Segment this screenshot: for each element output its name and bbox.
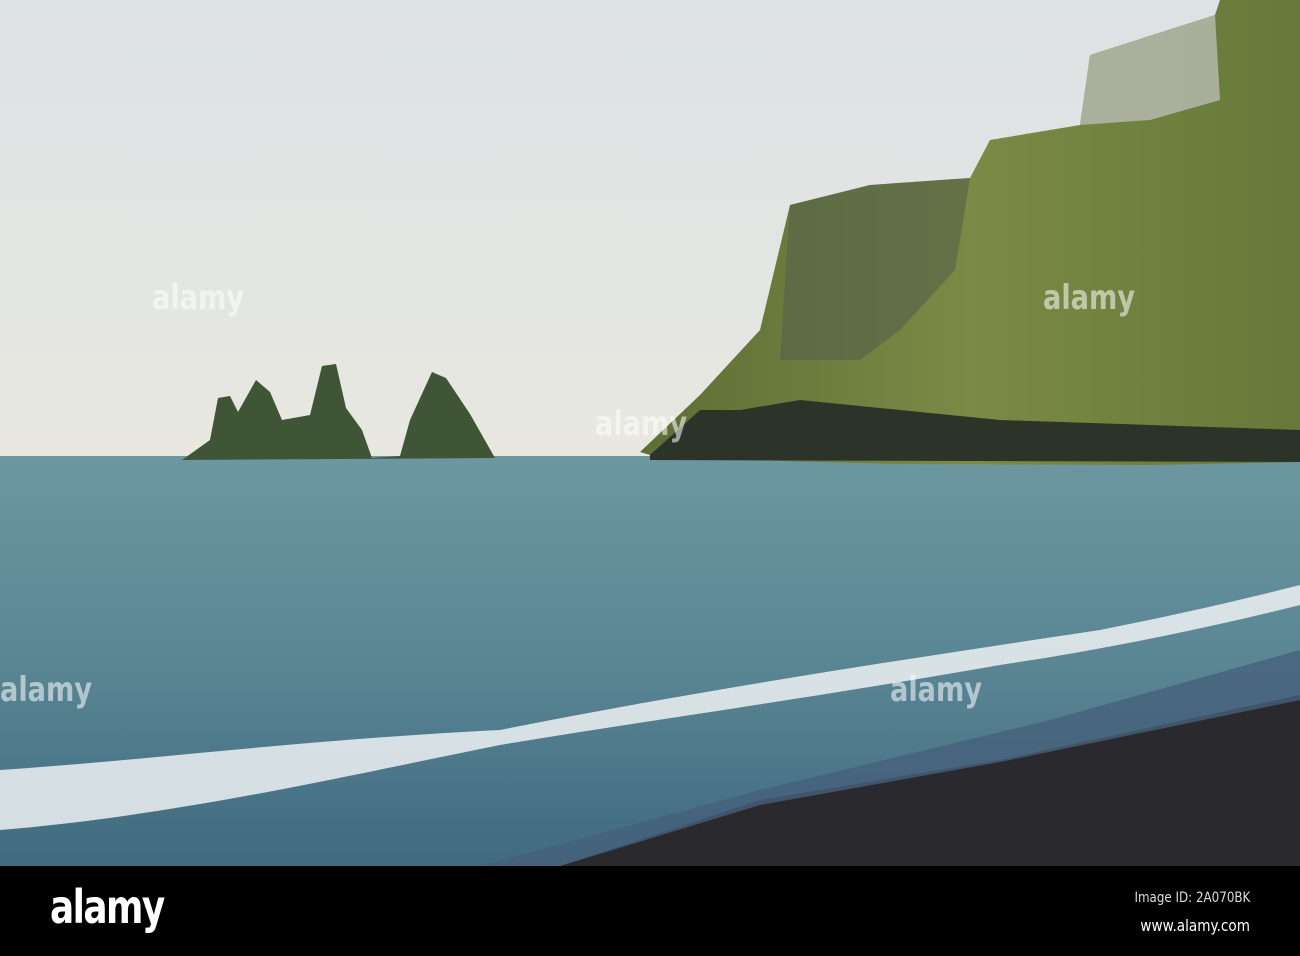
watermark-text: alamy [595,404,688,444]
watermark-text: alamy [890,670,983,710]
image-id: Image ID: 2A070BK [1134,890,1250,906]
alamy-logo: alamy [50,880,165,934]
site-url: www.alamy.com [1140,916,1250,935]
stock-photo: alamy alamy alamy alamy alamy alamy Imag… [0,0,1300,956]
watermark-text: alamy [152,278,245,318]
watermark-text: alamy [1043,278,1136,318]
watermark-text: alamy [0,670,93,710]
watermark-footer: alamy Image ID: 2A070BK www.alamy.com [0,866,1300,956]
